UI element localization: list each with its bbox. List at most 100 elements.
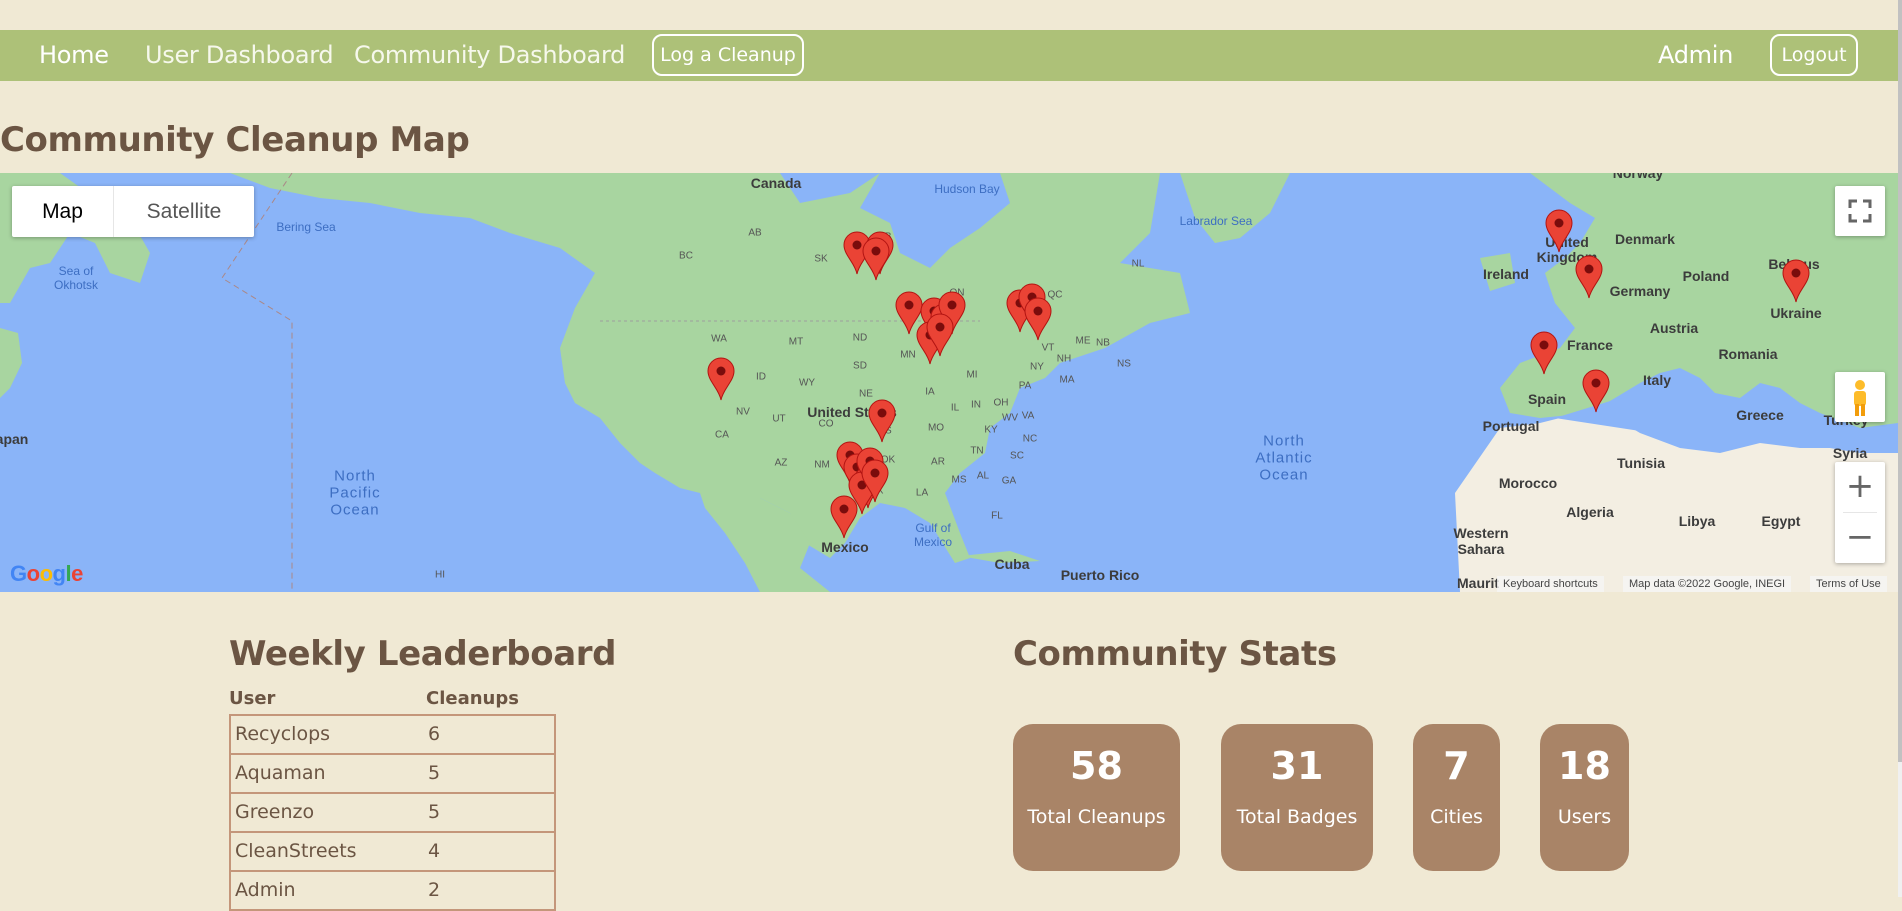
leaderboard-cleanups: 2 bbox=[428, 879, 441, 901]
map-type-map-button[interactable]: Map bbox=[12, 186, 114, 237]
map-state-label: UT bbox=[772, 413, 786, 425]
map-label-labrador-sea: Labrador Sea bbox=[1179, 214, 1253, 228]
map-state-label: AR bbox=[931, 456, 945, 468]
map-state-label: NC bbox=[1022, 433, 1038, 445]
map-state-label: LA bbox=[915, 487, 929, 499]
map-pin-marker[interactable] bbox=[1581, 369, 1611, 413]
map-label-spain: Spain bbox=[1527, 391, 1567, 407]
stat-card-users: 18 Users bbox=[1540, 724, 1629, 871]
map-state-label: ME bbox=[1075, 335, 1091, 347]
map-pin-marker[interactable] bbox=[706, 357, 736, 401]
map-state-label: SC bbox=[1010, 450, 1024, 462]
nav-user-dashboard-link[interactable]: User Dashboard bbox=[145, 30, 334, 81]
leaderboard-cleanups: 5 bbox=[428, 801, 441, 823]
leaderboard-header-cleanups: Cleanups bbox=[426, 688, 519, 709]
map-pin-marker[interactable] bbox=[925, 313, 955, 357]
cleanup-map[interactable]: Canada Hudson Bay Labrador Sea Bering Se… bbox=[0, 173, 1898, 592]
google-logo[interactable]: Google bbox=[10, 561, 83, 587]
map-state-label: FL bbox=[991, 510, 1003, 522]
map-state-label: MA bbox=[1059, 374, 1075, 386]
map-state-label: GA bbox=[1001, 475, 1017, 487]
map-label-algeria: Algeria bbox=[1566, 504, 1614, 520]
map-label-greece: Greece bbox=[1736, 407, 1784, 423]
leaderboard-user: Admin bbox=[235, 879, 296, 901]
map-label-france: France bbox=[1567, 337, 1613, 353]
map-pin-marker[interactable] bbox=[829, 495, 859, 539]
map-label-canada: Canada bbox=[750, 175, 802, 191]
street-view-button[interactable] bbox=[1835, 372, 1885, 422]
map-state-label: MS bbox=[951, 474, 967, 486]
map-label-gulf-of-mexico: Gulf of Mexico bbox=[913, 521, 953, 549]
map-state-label: OH bbox=[993, 397, 1009, 409]
map-label-north-pacific: North Pacific Ocean bbox=[329, 467, 381, 519]
map-state-label: NY bbox=[1030, 361, 1044, 373]
fullscreen-button[interactable] bbox=[1835, 186, 1885, 236]
map-label-egypt: Egypt bbox=[1761, 513, 1801, 529]
map-pin-marker[interactable] bbox=[861, 237, 891, 281]
map-type-satellite-button[interactable]: Satellite bbox=[114, 186, 254, 237]
page-scrollbar-thumb[interactable] bbox=[1898, 0, 1902, 762]
stat-label: Total Badges bbox=[1236, 806, 1358, 828]
terms-of-use-link[interactable]: Terms of Use bbox=[1810, 576, 1887, 592]
map-label-denmark: Denmark bbox=[1615, 231, 1675, 247]
map-state-label: NB bbox=[1096, 337, 1110, 349]
stat-label: Total Cleanups bbox=[1027, 806, 1166, 828]
map-label-mauritania: Maurit bbox=[1457, 575, 1499, 591]
map-pin-marker[interactable] bbox=[1023, 297, 1053, 341]
map-state-label: WA bbox=[711, 333, 727, 345]
keyboard-shortcuts-link[interactable]: Keyboard shortcuts bbox=[1497, 576, 1604, 592]
map-pin-marker[interactable] bbox=[1574, 255, 1604, 299]
log-cleanup-button[interactable]: Log a Cleanup bbox=[652, 34, 804, 76]
map-state-label: ID bbox=[756, 371, 766, 383]
nav-home-link[interactable]: Home bbox=[39, 30, 109, 81]
map-state-label: AB bbox=[748, 227, 762, 239]
community-stats-title: Community Stats bbox=[1013, 634, 1337, 674]
map-label-hudson-bay: Hudson Bay bbox=[934, 182, 1000, 196]
map-state-label: SK bbox=[814, 253, 828, 265]
map-state-label: NE bbox=[859, 388, 873, 400]
map-label-libya: Libya bbox=[1678, 513, 1716, 529]
stat-value: 31 bbox=[1270, 744, 1324, 788]
map-pin-marker[interactable] bbox=[860, 459, 890, 503]
map-label-germany: Germany bbox=[1609, 283, 1671, 299]
map-pin-marker[interactable] bbox=[1781, 259, 1811, 303]
map-data-attribution: Map data ©2022 Google, INEGI bbox=[1623, 576, 1792, 592]
map-pin-marker[interactable] bbox=[1544, 209, 1574, 253]
map-state-label: IL bbox=[950, 402, 960, 414]
leaderboard-title: Weekly Leaderboard bbox=[229, 634, 617, 674]
map-label-north-atlantic: North Atlantic Ocean bbox=[1255, 432, 1313, 484]
map-pin-marker[interactable] bbox=[1529, 331, 1559, 375]
map-state-label: TN bbox=[970, 445, 984, 457]
stat-card-cities: 7 Cities bbox=[1413, 724, 1500, 871]
map-label-western-sahara: Western Sahara bbox=[1453, 525, 1509, 557]
map-state-label: MN bbox=[900, 349, 916, 361]
map-state-label: WV bbox=[1001, 412, 1019, 424]
zoom-in-button[interactable]: + bbox=[1835, 462, 1885, 512]
map-state-label: MI bbox=[966, 369, 978, 381]
map-state-label: WY bbox=[798, 377, 816, 389]
map-label-ukraine: Ukraine bbox=[1770, 305, 1822, 321]
table-row: Greenzo 5 bbox=[231, 794, 554, 833]
map-state-label: ND bbox=[852, 332, 868, 344]
nav-admin-link[interactable]: Admin bbox=[1658, 30, 1733, 81]
map-state-label: VA bbox=[1021, 410, 1035, 422]
map-label-portugal: Portugal bbox=[1482, 418, 1540, 434]
nav-community-dashboard-link[interactable]: Community Dashboard bbox=[354, 30, 625, 81]
logout-button[interactable]: Logout bbox=[1770, 34, 1858, 76]
map-state-label: SD bbox=[853, 360, 867, 372]
map-label-japan: apan bbox=[0, 431, 29, 447]
leaderboard-table: Recyclops 6 Aquaman 5 Greenzo 5 CleanStr… bbox=[229, 714, 556, 911]
map-label-poland: Poland bbox=[1682, 268, 1730, 284]
map-label-sea-of-okhotsk: Sea of Okhotsk bbox=[53, 264, 99, 292]
table-row: Admin 2 bbox=[231, 872, 554, 909]
map-state-label: NS bbox=[1117, 358, 1131, 370]
fullscreen-icon bbox=[1848, 199, 1872, 223]
map-label-tunisia: Tunisia bbox=[1617, 455, 1665, 471]
map-label-italy: Italy bbox=[1642, 372, 1672, 388]
zoom-out-button[interactable]: − bbox=[1835, 513, 1885, 563]
map-label-mexico: Mexico bbox=[821, 539, 869, 555]
table-row: Recyclops 6 bbox=[231, 716, 554, 755]
leaderboard-cleanups: 4 bbox=[428, 840, 441, 862]
map-pin-marker[interactable] bbox=[867, 399, 897, 443]
stat-label: Cities bbox=[1430, 806, 1483, 828]
